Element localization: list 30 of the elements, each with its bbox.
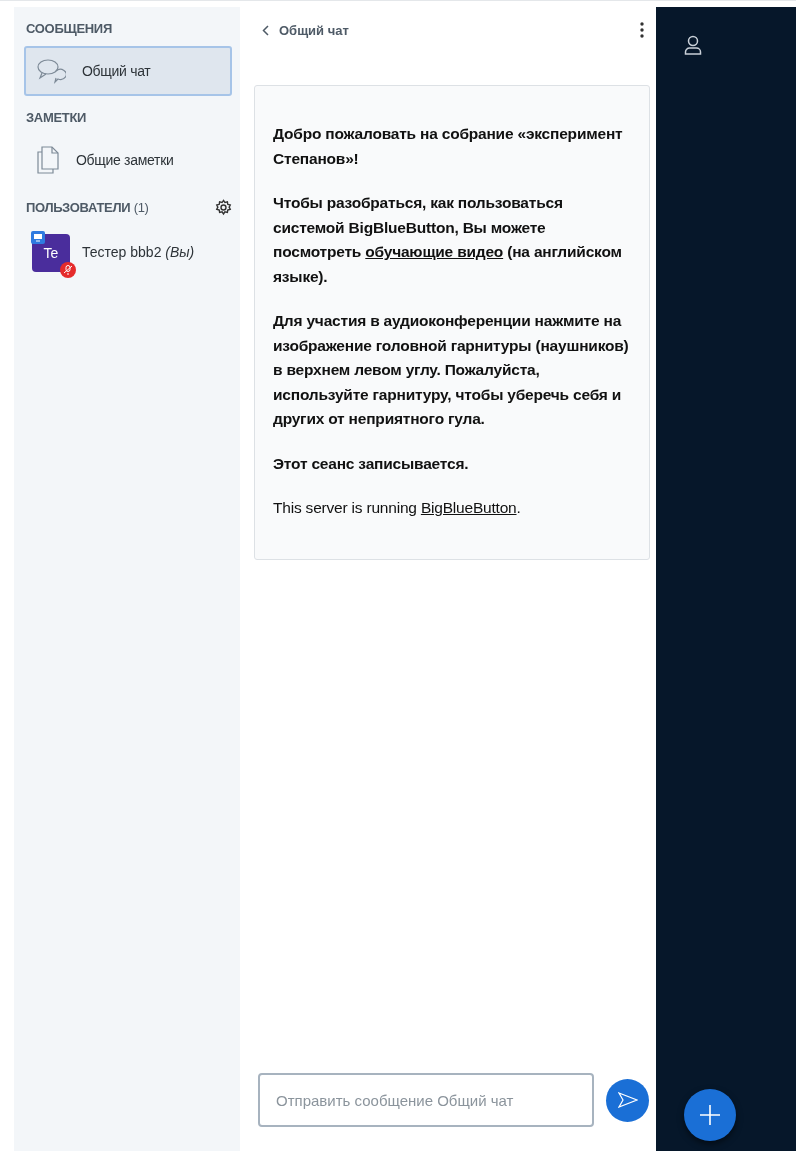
message-paragraph: Чтобы разобраться, как пользоваться системой BigBlueButton, Вы можете посмотреть обучающие видео (на английском языке). [273,193,623,287]
settings-icon[interactable] [215,199,232,216]
documents-icon [36,145,60,175]
message-paragraph: Добро пожаловать на собрание «эксперимент Степанов»! [273,124,624,169]
sidebar-item[interactable]: Общие заметки [24,135,232,185]
send-icon [617,1092,638,1108]
sidebar-item[interactable]: Общий чат [24,46,232,96]
user-icon[interactable] [684,35,702,55]
chevron-left-icon [262,24,269,36]
message-input[interactable]: Отправить сообщение Общий чат [258,1073,594,1127]
message-paragraph: Этот сеанс записывается. [273,453,470,474]
back-button[interactable]: Общий чат [262,22,349,38]
message-link[interactable]: обучающие видео [365,243,504,260]
message-paragraph: This server is running BigBlueButton. [273,498,522,518]
presenter-icon [31,231,45,244]
muted-microphone-icon [60,262,76,278]
item-label: Общий чат [82,63,151,79]
plus-icon [699,1104,721,1126]
send-button[interactable] [606,1078,649,1122]
add-button[interactable] [684,1089,736,1141]
more-options-icon[interactable] [640,22,644,38]
section-title: ЗАМЕТКИ [26,110,88,125]
chat-bubbles-icon [36,57,66,85]
section-title: ПОЛЬЗОВАТЕЛИ (1) [26,200,149,215]
item-label: Общие заметки [76,152,174,168]
message-paragraph: Для участия в аудиоконференции нажмите на изображение головной гарнитуры (наушников) в верхнем левом углу. Пожалуйста, используйте гарнитуру, чтобы уберечь себя и других от неприятного гула. [273,311,630,429]
message-link[interactable]: BigBlueButton [420,499,517,516]
user-list-item[interactable]: Te Тестер bbb2 (Вы) [24,234,232,272]
section-title: СООБЩЕНИЯ [26,21,113,36]
user-name: Тестер bbb2 (Вы) [82,244,195,260]
